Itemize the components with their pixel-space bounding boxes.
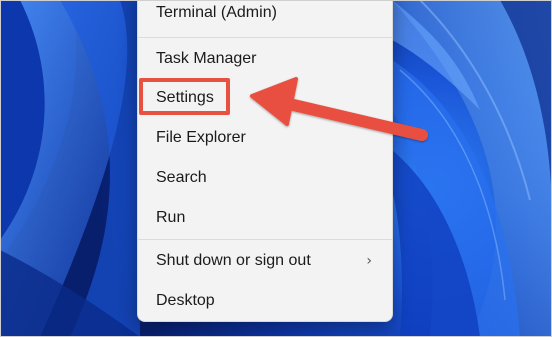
pointer-arrow-icon <box>250 77 428 141</box>
